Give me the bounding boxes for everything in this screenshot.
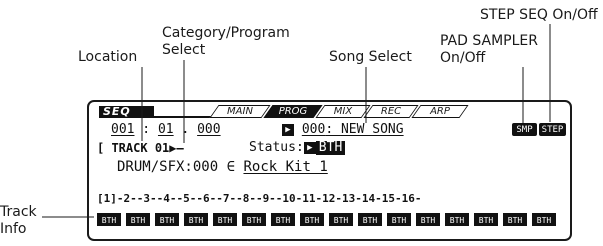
callout-leader-lines xyxy=(42,24,551,218)
